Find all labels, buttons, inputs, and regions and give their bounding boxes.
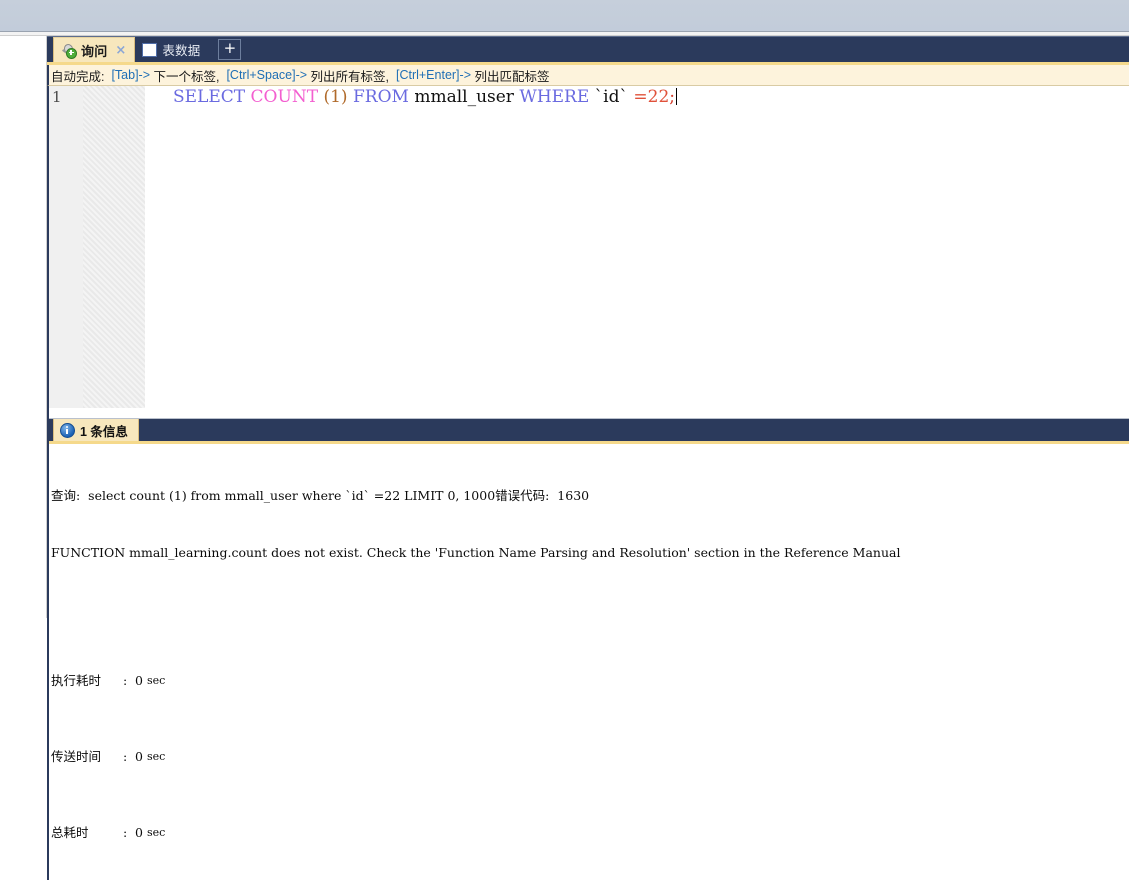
timing-label-transfer: 传送时间	[51, 749, 102, 764]
tab-table-data-label: 表数据	[162, 44, 201, 58]
tab-table-data[interactable]: 表数据	[135, 37, 208, 62]
sql-token-identifier: mmall_user	[414, 87, 514, 107]
message-error-line: FUNCTION mmall_learning.count does not e…	[51, 545, 901, 560]
sql-token-keyword: SELECT	[173, 87, 246, 107]
timing-separator-transfer: :	[123, 749, 128, 764]
timing-value-total: 0	[135, 825, 143, 840]
window-chrome-bar	[0, 0, 1129, 32]
sql-token-keyword: WHERE	[519, 87, 590, 107]
sql-token-number: =	[633, 87, 648, 107]
new-tab-button[interactable]: +	[218, 39, 242, 60]
hint-prefix: 自动完成:	[51, 69, 105, 84]
sql-token-paren: 1	[330, 87, 341, 107]
hint-key-ctrl-space: [Ctrl+Space]	[226, 68, 296, 82]
sql-token-paren: )	[340, 87, 348, 107]
application-window: 询问 × 表数据 + 自动完成: [Tab] -> 下一个标签, [Ctrl+S…	[0, 0, 1129, 880]
message-panel: 1 条信息 查询: select count (1) from mmall_us…	[47, 408, 1129, 880]
timing-value-transfer: 0	[135, 749, 143, 764]
info-icon	[60, 422, 75, 438]
timing-row-total: 总耗时 : 0 sec	[51, 823, 1129, 842]
editor-tab-bar: 询问 × 表数据 +	[47, 36, 1129, 65]
query-icon	[61, 42, 77, 59]
timing-separator-execution: :	[123, 673, 128, 688]
sql-token-keyword: FROM	[352, 87, 409, 107]
hint-desc-tab: 下一个标签,	[153, 69, 220, 84]
message-output: 查询: select count (1) from mmall_user whe…	[49, 444, 1129, 880]
table-grid-icon	[142, 42, 158, 57]
sql-editor[interactable]: 1 SELECT COUNT (1) FROM mmall_user WHERE…	[47, 86, 1129, 408]
hint-key-tab: [Tab]	[111, 68, 139, 82]
hint-desc-ctrl-enter: 列出匹配标签	[474, 69, 550, 84]
hint-arrow-ctrl-space: ->	[295, 68, 308, 82]
hint-key-ctrl-enter: [Ctrl+Enter]	[395, 68, 460, 82]
close-icon[interactable]: ×	[115, 43, 126, 58]
autocomplete-hint-bar: 自动完成: [Tab] -> 下一个标签, [Ctrl+Space] -> 列出…	[47, 65, 1129, 86]
sql-tokens: SELECT COUNT (1) FROM mmall_user WHERE `…	[146, 87, 675, 107]
text-caret	[676, 88, 678, 105]
timing-row-execution: 执行耗时 : 0 sec	[51, 671, 1129, 690]
sql-token-function: COUNT	[250, 87, 319, 107]
left-sidebar-strip	[0, 36, 47, 618]
hint-arrow-ctrl-enter: ->	[459, 68, 471, 82]
hint-arrow-tab: ->	[138, 68, 151, 82]
line-number: 1	[52, 88, 62, 106]
fold-column	[83, 86, 146, 408]
tab-messages[interactable]: 1 条信息	[53, 419, 139, 441]
tab-query-label: 询问	[81, 43, 108, 59]
line-number-gutter: 1	[49, 86, 83, 408]
timing-unit-execution: sec	[146, 674, 166, 687]
timing-label-total: 总耗时	[51, 825, 89, 840]
panel-splitter[interactable]	[49, 408, 1129, 419]
timing-label-execution: 执行耗时	[51, 673, 102, 688]
tab-messages-label: 1 条信息	[80, 424, 128, 439]
sql-token-punct: ;	[669, 87, 676, 107]
sql-code-line[interactable]: SELECT COUNT (1) FROM mmall_user WHERE `…	[146, 86, 1129, 408]
timing-unit-transfer: sec	[146, 750, 166, 763]
timing-separator-total: :	[123, 825, 128, 840]
tab-query[interactable]: 询问 ×	[53, 37, 136, 62]
timing-value-execution: 0	[135, 673, 143, 688]
main-panel: 询问 × 表数据 + 自动完成: [Tab] -> 下一个标签, [Ctrl+S…	[47, 36, 1129, 880]
message-tab-bar: 1 条信息	[49, 419, 1129, 444]
sql-token-backtick-identifier: `id`	[594, 87, 628, 107]
sql-token-number: 22	[647, 87, 670, 107]
hint-desc-ctrl-space: 列出所有标签,	[310, 69, 390, 84]
message-query-line: 查询: select count (1) from mmall_user whe…	[51, 488, 590, 503]
timing-unit-total: sec	[146, 826, 166, 839]
timing-row-transfer: 传送时间 : 0 sec	[51, 747, 1129, 766]
